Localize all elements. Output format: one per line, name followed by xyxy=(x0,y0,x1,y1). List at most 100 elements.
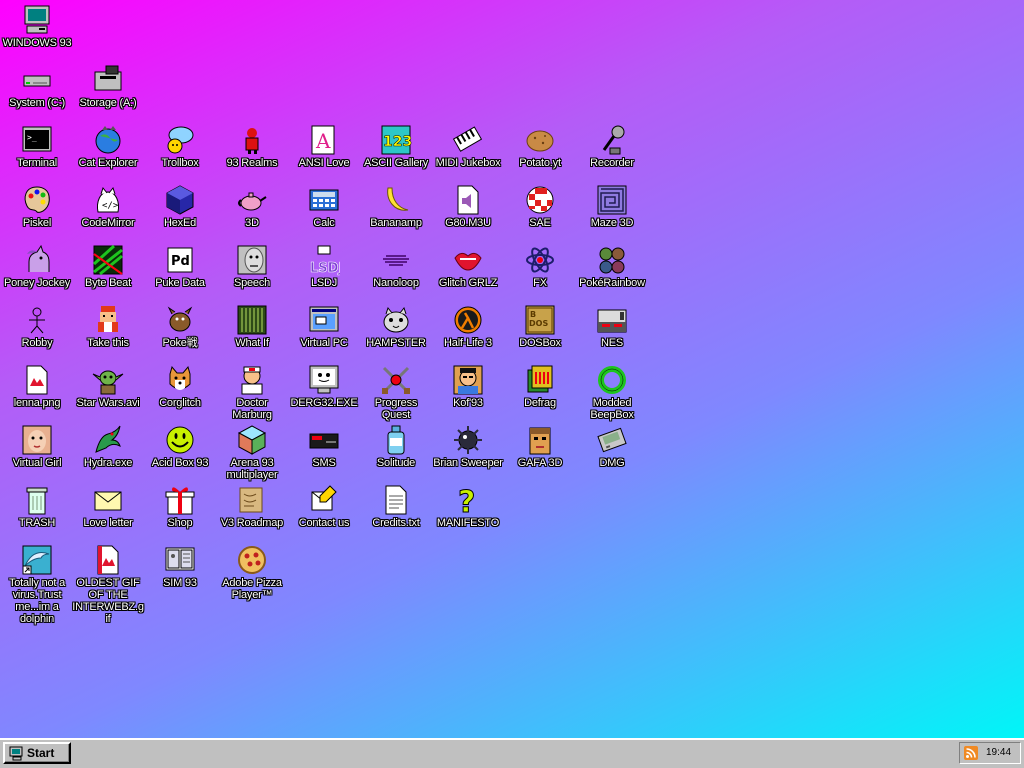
desktop-icon-teapot[interactable]: 3D xyxy=(216,184,288,229)
desktop-icon-stick-figure[interactable]: Robby xyxy=(1,304,73,349)
desktop-icon-knight[interactable]: 93 Realms xyxy=(216,124,288,169)
desktop-icon-crossed-swords[interactable]: Progress Quest xyxy=(360,364,432,421)
mine-icon xyxy=(452,424,484,456)
desktop-icon-label: lenna.png xyxy=(13,397,61,409)
desktop-icon-paint-palette[interactable]: Piskel xyxy=(1,184,73,229)
hydra-icon xyxy=(92,424,124,456)
desktop-icon-image-file[interactable]: lenna.png xyxy=(1,364,73,409)
desktop-icon-hamster[interactable]: HAMPSTER xyxy=(360,304,432,349)
desktop-icon-maze[interactable]: Maze 3D xyxy=(576,184,648,229)
desktop-icon-font-a[interactable]: A ANSI Love xyxy=(288,124,360,169)
desktop-icon-lips[interactable]: Glitch GRLZ xyxy=(432,244,504,289)
desktop-icon-lambda[interactable]: Half-Life 3 xyxy=(432,304,504,349)
desktop-icon-label: ASCII Gallery xyxy=(363,157,429,169)
desktop-icon-dosbox[interactable]: B DOS DOSBox xyxy=(504,304,576,349)
virtual-pc-icon xyxy=(308,304,340,336)
paint-palette-icon xyxy=(21,184,53,216)
desktop-icon-contact[interactable]: Contact us xyxy=(288,484,360,529)
desktop-icon-byte-beat[interactable]: Byte Beat xyxy=(72,244,144,289)
desktop-icon-sim[interactable]: SIM 93 xyxy=(144,544,216,589)
desktop-icon-hex-cube[interactable]: HexEd xyxy=(144,184,216,229)
desktop-icon-map-scroll[interactable]: V3 Roadmap xyxy=(216,484,288,529)
desktop-icon-label: SIM 93 xyxy=(163,577,197,589)
desktop-icon-trash[interactable]: TRASH xyxy=(1,484,73,529)
desktop-icon-label: Calc xyxy=(313,217,335,229)
desktop-icon-label: Credits.txt xyxy=(372,517,420,529)
rss-icon[interactable] xyxy=(964,746,978,768)
ring-icon xyxy=(596,364,628,396)
desktop-icon-label: DOSBox xyxy=(519,337,561,349)
dolphin-icon xyxy=(21,544,53,576)
desktop-icon-label: DERG32.EXE xyxy=(290,397,358,409)
desktop-icon-atom[interactable]: FX xyxy=(504,244,576,289)
desktop-icon-poke-rainbow[interactable]: PokéRainbow xyxy=(576,244,648,289)
desktop-icon-hard-drive[interactable]: System (C:) xyxy=(1,64,73,109)
desktop-icon-envelope[interactable]: Love letter xyxy=(72,484,144,529)
desktop-icon-chat-bubble[interactable]: Trollbox xyxy=(144,124,216,169)
desktop-icon-hydra[interactable]: Hydra.exe xyxy=(72,424,144,469)
desktop-icon-checkered-ball[interactable]: SAE xyxy=(504,184,576,229)
desktop-icon-fighter[interactable]: Kof'93 xyxy=(432,364,504,409)
desktop-icon-floppy-drive[interactable]: Storage (A:) xyxy=(72,64,144,109)
desktop-icon-gafa-face[interactable]: GAFA 3D xyxy=(504,424,576,469)
desktop-icon-pizza[interactable]: Adobe Pizza Player™ xyxy=(216,544,288,601)
speech-face-icon xyxy=(236,244,268,276)
desktop-icon-mine[interactable]: Brian Sweeper xyxy=(432,424,504,469)
desktop-icon-label: Maze 3D xyxy=(590,217,634,229)
desktop-icon-face-photo[interactable]: Virtual Girl xyxy=(1,424,73,469)
desktop-icon-what-if[interactable]: What If xyxy=(216,304,288,349)
audio-file-icon xyxy=(452,184,484,216)
desktop-icon-calculator[interactable]: Calc xyxy=(288,184,360,229)
desktop-icon-banana[interactable]: Bananamp xyxy=(360,184,432,229)
nes-console-icon xyxy=(596,304,628,336)
desktop-icon-dolphin[interactable]: Totally not a virus.Trust me...im a dolp… xyxy=(1,544,73,625)
desktop-icon-text-file[interactable]: Credits.txt xyxy=(360,484,432,529)
desktop-icon-sms-console[interactable]: SMS xyxy=(288,424,360,469)
desktop-icon-corgi[interactable]: Corglitch xyxy=(144,364,216,409)
desktop-icon-pony[interactable]: Poney Jockey xyxy=(1,244,73,289)
desktop-icon-yoda[interactable]: Star Wars.avi xyxy=(72,364,144,409)
desktop-icon-virtual-pc[interactable]: Virtual PC xyxy=(288,304,360,349)
desktop-icon-gift[interactable]: Shop xyxy=(144,484,216,529)
desktop-icon-question-mark[interactable]: ? MANIFESTO xyxy=(432,484,504,530)
desktop-icon-ascii-123[interactable]: 123 ASCII Gallery xyxy=(360,124,432,169)
desktop-icon-poke-battle[interactable]: Poke戦 xyxy=(144,304,216,349)
desktop-icon-label: Potato.yt xyxy=(519,157,561,169)
svg-text:Pd: Pd xyxy=(171,254,190,269)
desktop-icon-pixel-guy[interactable]: Take this xyxy=(72,304,144,349)
desktop-icon-microphone[interactable]: Recorder xyxy=(576,124,648,169)
desktop-icon-gif-file[interactable]: OLDEST GIF OF THE INTERWEBZ.gif xyxy=(72,544,144,625)
desktop-icon-cat-code[interactable]: </> CodeMirror xyxy=(72,184,144,229)
desktop-icon-pd[interactable]: Pd Puke Data xyxy=(144,244,216,289)
desktop-icon-doctor[interactable]: Doctor Marburg xyxy=(216,364,288,421)
desktop-icon-nanoloop-wave[interactable]: Nanoloop xyxy=(360,244,432,289)
desktop-icon-lsdj[interactable]: LSDJ LSDJ xyxy=(288,244,360,289)
desktop-icon-label: Hydra.exe xyxy=(83,457,133,469)
desktop-icon-label: 93 Realms xyxy=(226,157,278,169)
desktop-icon-defrag[interactable]: Defrag xyxy=(504,364,576,409)
desktop-icon-computer[interactable]: WINDOWS 93 xyxy=(1,4,73,49)
desktop-icon-label: Solitude xyxy=(376,457,416,469)
desktop-icon-label: MANIFESTO xyxy=(436,517,500,529)
start-button[interactable]: Start xyxy=(3,742,71,764)
desktop-icon-bottle[interactable]: Solitude xyxy=(360,424,432,469)
desktop-icon-label: Modded BeepBox xyxy=(590,397,634,421)
desktop-icon-potato[interactable]: Potato.yt xyxy=(504,124,576,169)
desktop-icon-dmg[interactable]: DMG xyxy=(576,424,648,469)
desktop-icon-smiley[interactable]: Acid Box 93 xyxy=(144,424,216,469)
desktop-icon-label: GAFA 3D xyxy=(517,457,563,469)
desktop-icon-label: Doctor Marburg xyxy=(232,397,272,421)
desktop-icon-nes-console[interactable]: NES xyxy=(576,304,648,349)
desktop-icon-audio-file[interactable]: G80.M3U xyxy=(432,184,504,229)
desktop-icon-cat-globe[interactable]: Cat Explorer xyxy=(72,124,144,169)
desktop-icon-label: Half-Life 3 xyxy=(444,337,492,349)
desktop-icon-label: System (C:) xyxy=(9,97,65,109)
desktop-icon-cube[interactable]: Arena 93 multiplayer xyxy=(216,424,288,481)
desktop-icon-speech-face[interactable]: Speech xyxy=(216,244,288,289)
desktop-icon-piano-keys[interactable]: MIDI Jukebox xyxy=(432,124,504,169)
desktop-icon-label: Love letter xyxy=(83,517,133,529)
desktop-icon-derg-monitor[interactable]: DERG32.EXE xyxy=(288,364,360,409)
desktop-icon-label: NES xyxy=(600,337,624,349)
desktop-icon-ring[interactable]: Modded BeepBox xyxy=(576,364,648,421)
desktop-icon-terminal[interactable]: >_ Terminal xyxy=(1,124,73,169)
